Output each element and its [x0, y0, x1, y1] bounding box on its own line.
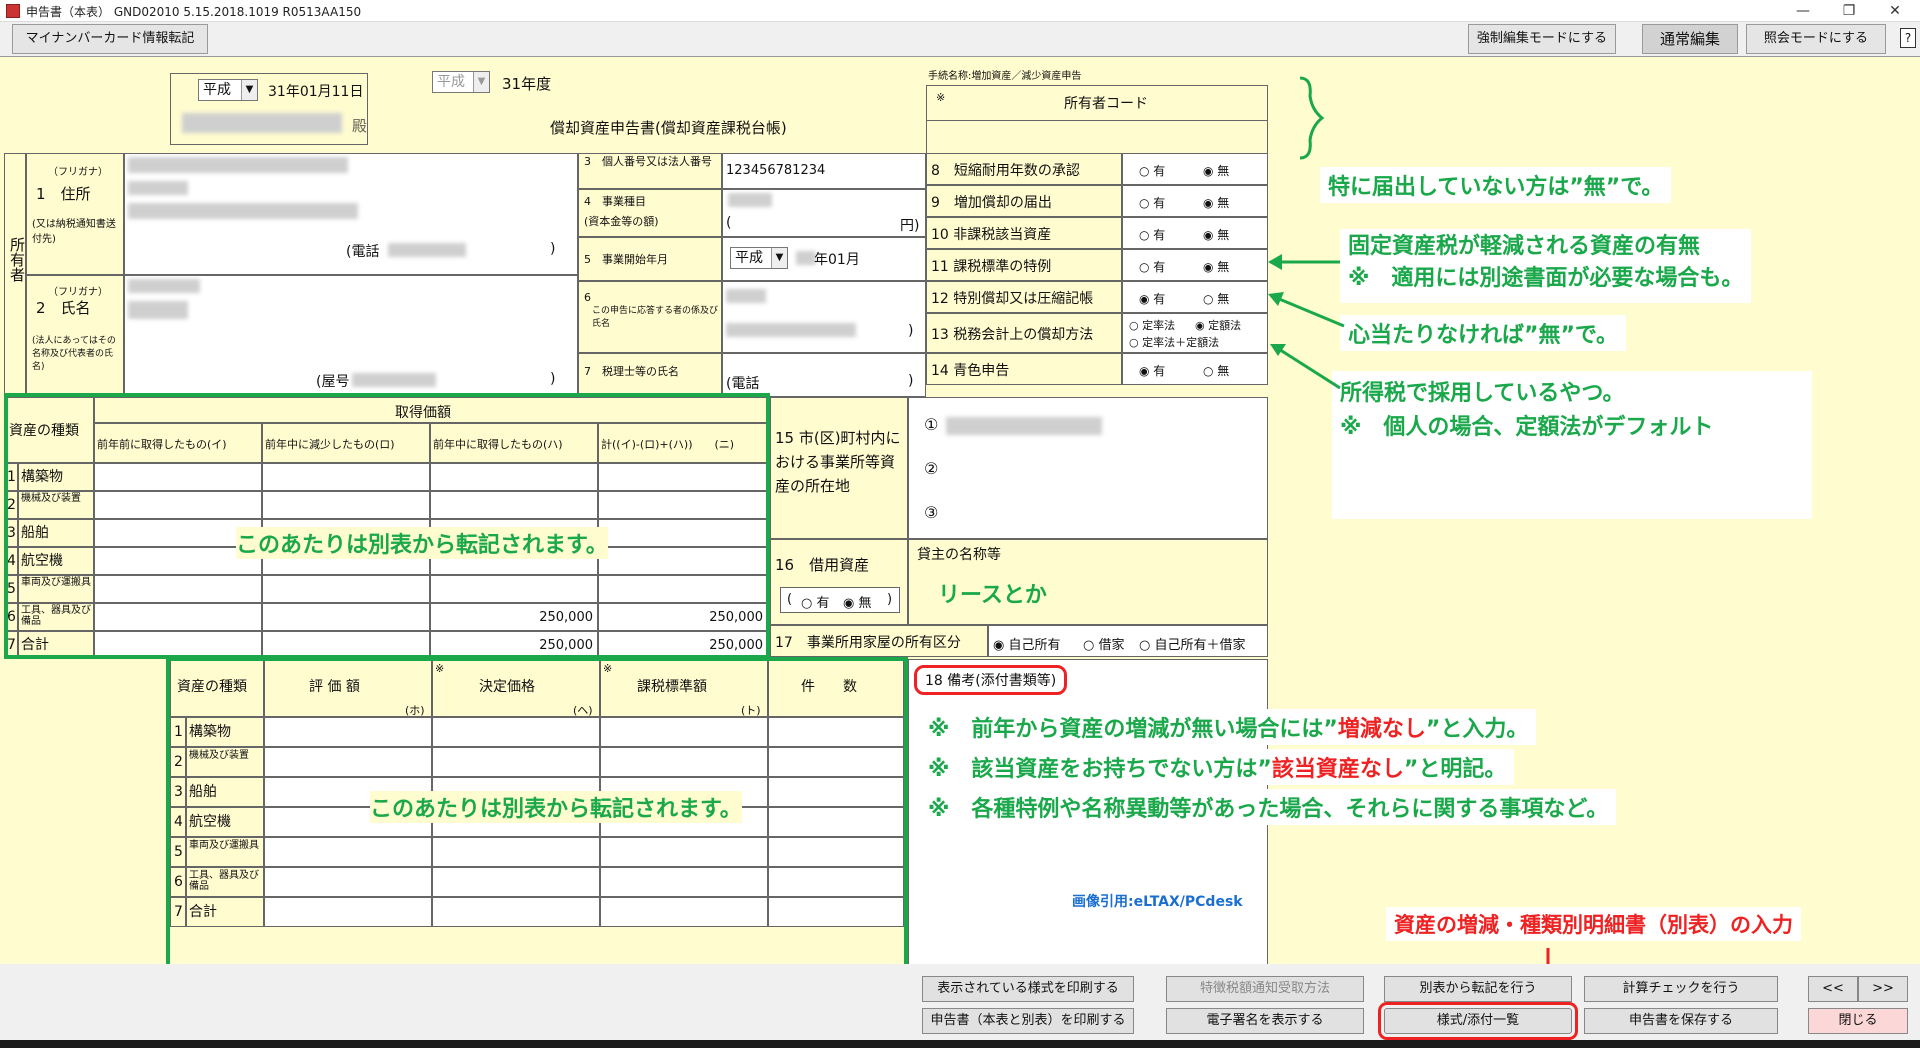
- arrow-head-item13: [1270, 344, 1286, 356]
- show-signature-button[interactable]: 電子署名を表示する: [1166, 1008, 1364, 1034]
- transfer-from-appendix-button[interactable]: 別表から転記を行う: [1384, 976, 1572, 1002]
- attachments-list-button[interactable]: 様式/添付一覧: [1378, 1002, 1578, 1040]
- bottom-bar: 表示されている様式を印刷する 特徴税額通知受取方法 別表から転記を行う 計算チェ…: [0, 964, 1920, 1048]
- arrow-head-item11: [1268, 254, 1282, 270]
- arrow-item12: [1271, 294, 1345, 328]
- close-button[interactable]: 閉じる: [1808, 1008, 1908, 1034]
- prev-page-button[interactable]: <<: [1808, 976, 1858, 1002]
- special-tax-method-button[interactable]: 特徴税額通知受取方法: [1166, 976, 1364, 1002]
- save-declaration-button[interactable]: 申告書を保存する: [1584, 1008, 1778, 1034]
- brace-icon: [1299, 76, 1325, 160]
- taskbar: [0, 1040, 1920, 1048]
- print-shown-button[interactable]: 表示されている様式を印刷する: [922, 976, 1134, 1002]
- arrow-item13: [1273, 344, 1341, 390]
- next-page-button[interactable]: >>: [1858, 976, 1908, 1002]
- annotation-arrows: [1268, 76, 1556, 1004]
- calc-check-button[interactable]: 計算チェックを行う: [1584, 976, 1778, 1002]
- print-all-button[interactable]: 申告書（本表と別表）を印刷する: [922, 1008, 1134, 1034]
